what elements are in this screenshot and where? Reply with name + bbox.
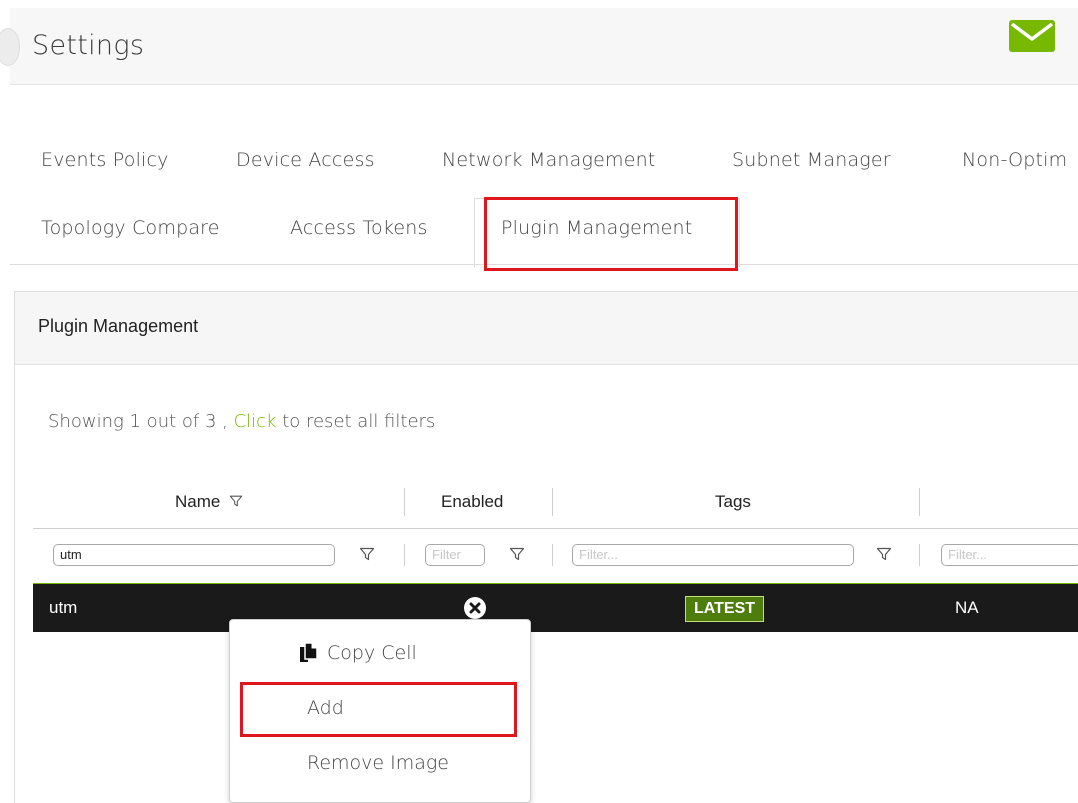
column-separator[interactable] bbox=[552, 488, 553, 516]
column-header-enabled[interactable]: Enabled bbox=[441, 492, 503, 512]
filter-status-text: Showing 1 out of 3 , Click to reset all … bbox=[48, 411, 435, 432]
page-header: Settings bbox=[0, 8, 1078, 85]
status-badge: LATEST bbox=[685, 596, 765, 622]
showing-suffix-text: to reset all filters bbox=[276, 411, 436, 432]
column4-filter-input[interactable]: Filter... bbox=[941, 544, 1078, 566]
column-separator bbox=[404, 544, 405, 566]
tab-topology-compare[interactable]: Topology Compare bbox=[41, 217, 220, 239]
tab-subnet-manager[interactable]: Subnet Manager bbox=[732, 149, 891, 171]
tab-device-access[interactable]: Device Access bbox=[236, 149, 375, 171]
tab-plugin-management[interactable]: Plugin Management bbox=[501, 217, 692, 239]
column-header-tags[interactable]: Tags bbox=[715, 492, 751, 512]
cell-col4[interactable]: NA bbox=[955, 598, 979, 618]
menu-item-copy-cell[interactable]: Copy Cell bbox=[327, 642, 417, 664]
menu-item-add[interactable]: Add bbox=[307, 697, 344, 719]
column-separator bbox=[552, 544, 553, 566]
copy-icon bbox=[300, 642, 318, 662]
envelope-icon[interactable] bbox=[1008, 19, 1056, 53]
settings-tabs: Events Policy Device Access Network Mana… bbox=[10, 120, 1078, 268]
column-header-name[interactable]: Name bbox=[175, 492, 243, 512]
table-row[interactable]: utm LATEST NA bbox=[33, 584, 1078, 632]
x-circle-icon[interactable] bbox=[463, 596, 487, 620]
tags-filter-input[interactable]: Filter... bbox=[572, 544, 854, 566]
tabs-divider bbox=[10, 264, 1078, 265]
header-divider bbox=[33, 528, 1078, 529]
column-separator[interactable] bbox=[919, 488, 920, 516]
name-filter-input[interactable]: utm bbox=[53, 544, 335, 566]
sidebar-toggle[interactable] bbox=[0, 28, 20, 66]
panel-title: Plugin Management bbox=[38, 316, 199, 336]
tab-non-optimal[interactable]: Non-Optim bbox=[962, 149, 1067, 171]
menu-item-remove-image[interactable]: Remove Image bbox=[307, 752, 449, 774]
showing-count-text: Showing 1 out of 3 , bbox=[48, 411, 234, 432]
context-menu: Copy Cell Add Remove Image bbox=[229, 619, 531, 803]
panel-header: Plugin Management bbox=[15, 292, 1078, 365]
tab-access-tokens[interactable]: Access Tokens bbox=[290, 217, 428, 239]
cell-name[interactable]: utm bbox=[49, 598, 77, 618]
page-title: Settings bbox=[32, 30, 145, 61]
reset-filters-link[interactable]: Click bbox=[234, 411, 277, 432]
column-name-label: Name bbox=[175, 492, 221, 511]
filter-icon[interactable] bbox=[359, 546, 375, 562]
filter-icon[interactable] bbox=[509, 546, 525, 562]
filter-icon[interactable] bbox=[229, 494, 243, 508]
plugin-management-panel: Plugin Management Showing 1 out of 3 , C… bbox=[14, 291, 1078, 803]
column-separator bbox=[919, 544, 920, 566]
enabled-filter-input[interactable]: Filter bbox=[425, 544, 485, 566]
column-separator[interactable] bbox=[404, 488, 405, 516]
filter-icon[interactable] bbox=[876, 546, 892, 562]
tab-network-management[interactable]: Network Management bbox=[442, 149, 655, 171]
tab-events-policy[interactable]: Events Policy bbox=[41, 149, 169, 171]
